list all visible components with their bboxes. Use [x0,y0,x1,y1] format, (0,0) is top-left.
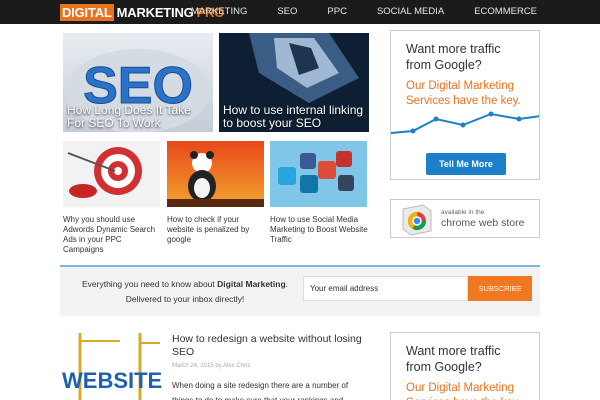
traffic-trend-graphic [391,111,539,134]
logo-part-1: DIGITAL [60,3,114,21]
thumb-image-adwords[interactable] [63,141,160,207]
post-title[interactable]: How to redesign a website without losing… [172,333,362,359]
subscribe-button[interactable]: SUBSCRIBE [468,276,532,301]
thumb-title-social-media[interactable]: How to use Social Media Marketing to Boo… [270,215,370,245]
sidebar-ad-2[interactable]: Want more traffic from Google? Our Digit… [390,332,540,400]
top-navbar: DIGITAL MARKETING PRO MARKETING SEO PPC … [0,0,600,24]
newsletter-text-post: . [285,279,289,289]
chrome-store-big-text: chrome web store [441,217,525,229]
nav-item-seo[interactable]: SEO [262,0,312,24]
thumb-image-penalized[interactable] [167,141,264,207]
thumb-image-social-media[interactable] [270,141,367,207]
ad-2-subline: Our Digital Marketing Services have the … [406,381,521,400]
chrome-store-small-text: available in the [441,209,485,216]
post-image-text: WEBSITE [62,368,162,393]
nav-item-ppc[interactable]: PPC [312,0,362,24]
post-meta: March 24, 2015 by Alex Chris [172,363,251,369]
newsletter-text-pre: Everything you need to know about [81,279,215,289]
newsletter-signup: Everything you need to know about Digita… [60,265,540,316]
nav-item-marketing[interactable]: MARKETING [176,0,262,24]
ad-2-headline-line-2: from Google? [406,360,482,374]
nav-item-ecommerce[interactable]: ECOMMERCE [459,0,552,24]
tell-me-more-button[interactable]: Tell Me More [426,153,506,175]
ad-headline: Want more traffic from Google? [406,41,500,73]
newsletter-text-strong: Digital Marketing [217,279,286,289]
thumb-title-penalized[interactable]: How to check if your website is penalize… [167,215,267,245]
newsletter-text-line-2: Delivered to your inbox directly! [125,294,245,304]
post-thumbnail[interactable]: WEBSITE [60,333,163,400]
chrome-web-store-badge[interactable]: available in the chrome web store [390,199,540,238]
ad-subline-line-1: Our Digital Marketing [406,80,515,92]
ad-subline: Our Digital Marketing Services have the … [406,79,521,109]
ad-2-subline-line-1: Our Digital Marketing [406,382,515,394]
nav-item-social-media[interactable]: SOCIAL MEDIA [362,0,459,24]
featured-post-1[interactable]: SEO How Long Does It Take For SEO To Wor… [63,33,213,132]
page: DIGITAL MARKETING PRO MARKETING SEO PPC … [0,0,600,400]
newsletter-message: Everything you need to know about Digita… [70,277,300,307]
ad-headline-line-2: from Google? [406,58,482,72]
featured-post-2[interactable]: How to use internal linking to boost you… [219,33,369,132]
sidebar-ad[interactable]: Want more traffic from Google? Our Digit… [390,30,540,180]
chrome-icon [402,204,432,236]
main-nav: MARKETING SEO PPC SOCIAL MEDIA ECOMMERCE [176,0,552,24]
featured-post-1-title: How Long Does It Take For SEO To Work [67,103,191,130]
ad-2-headline-line-1: Want more traffic [406,344,501,358]
ad-2-subline-line-2: Services have the key. [406,396,521,400]
ad-headline-line-1: Want more traffic [406,42,501,56]
ad-2-headline: Want more traffic from Google? [406,343,500,375]
featured-post-2-title: How to use internal linking to boost you… [223,103,364,130]
email-field[interactable]: Your email address [303,276,468,301]
thumb-title-adwords[interactable]: Why you should use Adwords Dynamic Searc… [63,215,163,255]
post-excerpt: When doing a site redesign there are a n… [172,381,349,400]
ad-subline-line-2: Services have the key. [406,95,521,107]
